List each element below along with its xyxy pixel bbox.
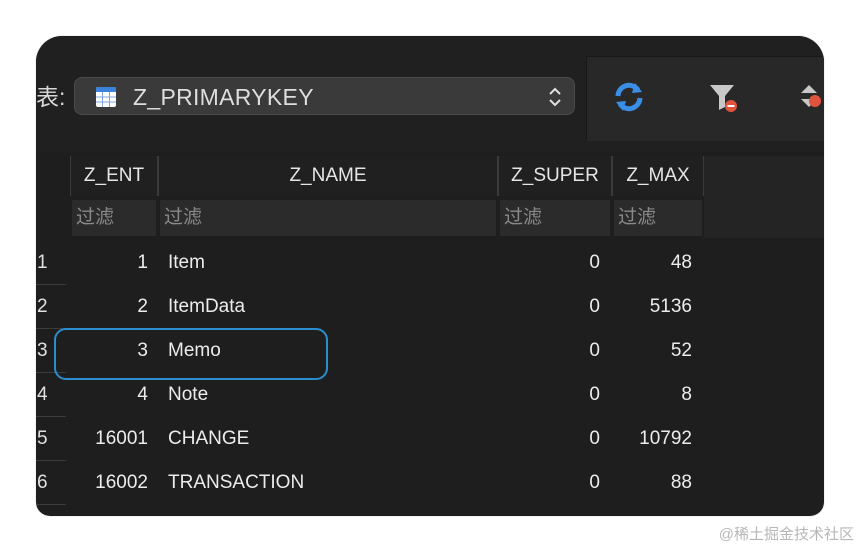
column-header-z-name[interactable]: Z_NAME [158, 156, 498, 196]
cell-z-max[interactable]: 48 [612, 241, 692, 285]
filter-input-z-super[interactable]: 过滤 [500, 200, 610, 236]
cell-z-max[interactable]: 52 [612, 329, 692, 373]
column-header-z-max[interactable]: Z_MAX [612, 156, 704, 196]
cell-z-ent[interactable]: 1 [70, 241, 148, 285]
table-label: 表: [36, 84, 66, 110]
cell-z-super[interactable]: 0 [498, 329, 600, 373]
row-number: 5 [36, 417, 66, 461]
cell-z-super[interactable]: 0 [498, 285, 600, 329]
table-select-dropdown[interactable]: Z_PRIMARYKEY [74, 77, 575, 115]
cell-z-name[interactable]: TRANSACTION [168, 461, 488, 505]
row-number: 1 [36, 241, 66, 285]
memo-row-highlight [54, 328, 328, 380]
watermark: @稀土掘金技术社区 [718, 526, 854, 543]
filter-input-z-max[interactable]: 过滤 [614, 200, 702, 236]
cell-z-name[interactable]: CHANGE [168, 417, 488, 461]
header-empty-area [704, 156, 824, 238]
table-select-value: Z_PRIMARYKEY [133, 84, 314, 110]
toolbar: 表: Z_PRIMARYKEY [36, 36, 824, 152]
cell-z-super[interactable]: 0 [498, 373, 600, 417]
cell-z-max[interactable]: 8 [612, 373, 692, 417]
cell-z-super[interactable]: 0 [498, 461, 600, 505]
cell-z-name[interactable]: Item [168, 241, 488, 285]
column-header-z-super[interactable]: Z_SUPER [498, 156, 612, 196]
chevron-updown-icon [549, 87, 561, 107]
cell-z-super[interactable]: 0 [498, 241, 600, 285]
toolbar-actions [586, 56, 824, 141]
cell-z-super[interactable]: 0 [498, 417, 600, 461]
row-number: 2 [36, 285, 66, 329]
cell-z-ent[interactable]: 2 [70, 285, 148, 329]
row-number: 6 [36, 461, 66, 505]
cell-z-ent[interactable]: 16002 [70, 461, 148, 505]
cell-z-ent[interactable]: 16001 [70, 417, 148, 461]
sort-icon[interactable] [797, 79, 824, 115]
table-grid-icon [96, 87, 116, 107]
cell-z-max[interactable]: 10792 [612, 417, 692, 461]
cell-z-max[interactable]: 88 [612, 461, 692, 505]
refresh-icon[interactable] [611, 79, 647, 115]
cell-z-name[interactable]: ItemData [168, 285, 488, 329]
database-browser-window: 表: Z_PRIMARYKEY Z_ENT Z_NAME Z_SUPER Z_M… [36, 36, 824, 516]
cell-z-max[interactable]: 5136 [612, 285, 692, 329]
filter-input-z-ent[interactable]: 过滤 [72, 200, 156, 236]
column-header-z-ent[interactable]: Z_ENT [70, 156, 158, 196]
filter-input-z-name[interactable]: 过滤 [160, 200, 496, 236]
row-number: 4 [36, 373, 66, 417]
filter-clear-icon[interactable] [705, 79, 741, 115]
